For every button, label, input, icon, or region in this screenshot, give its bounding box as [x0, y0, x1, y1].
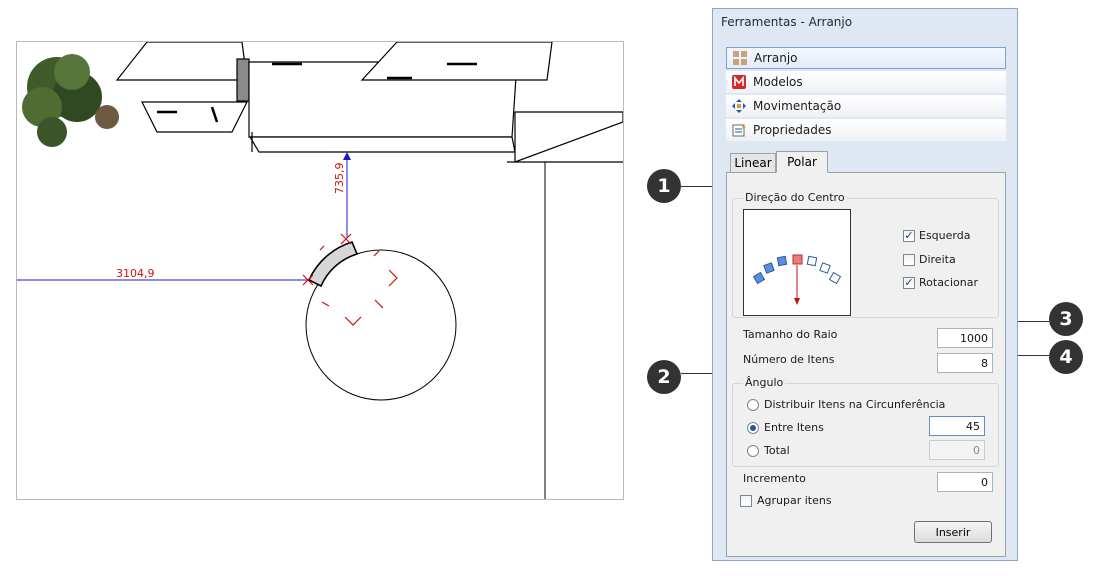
nav-item-label: Arranjo [754, 51, 798, 65]
insert-button[interactable]: Inserir [914, 521, 992, 543]
plant-icon [22, 54, 119, 147]
callout-4: 4 [1049, 340, 1083, 374]
nav-item-label: Modelos [753, 75, 803, 89]
dimension-label-vertical: 735,9 [333, 162, 346, 195]
checkbox-esquerda-label: Esquerda [919, 229, 971, 242]
callout-3: 3 [1049, 302, 1083, 336]
checkbox-direita[interactable] [903, 254, 915, 266]
checkbox-rotacionar-label: Rotacionar [919, 276, 979, 289]
radio-total-label: Total [764, 444, 790, 457]
checkbox-group-items[interactable] [740, 495, 752, 507]
tools-panel: Ferramentas - Arranjo Arranjo Modelos Mo… [712, 8, 1018, 561]
radius-label: Tamanho do Raio [743, 328, 838, 341]
panel-title: Ferramentas - Arranjo [721, 15, 853, 29]
items-count-label: Número de Itens [743, 353, 835, 366]
between-items-input[interactable]: 45 [929, 416, 985, 436]
polar-tab-content: Direção do Centro ✓ Esquerda Direita ✓ R… [726, 172, 1006, 557]
models-icon [731, 74, 747, 90]
callout-1: 1 [647, 169, 681, 203]
dimension-label-horizontal: 3104,9 [116, 267, 155, 280]
radio-total[interactable] [747, 445, 759, 457]
checkbox-rotacionar[interactable]: ✓ [903, 277, 915, 289]
increment-label: Incremento [743, 472, 806, 485]
floor-plan-drawing [17, 42, 623, 499]
radio-between-items-label: Entre Itens [764, 421, 824, 434]
radius-input[interactable]: 1000 [937, 328, 993, 348]
nav-item-arranjo[interactable]: Arranjo [726, 47, 1006, 69]
nav-item-label: Propriedades [753, 123, 832, 137]
angle-group-label: Ângulo [743, 376, 786, 389]
checkbox-direita-label: Direita [919, 253, 956, 266]
radio-distribute[interactable] [747, 399, 759, 411]
cad-viewport[interactable]: 3104,9 735,9 [16, 41, 624, 500]
radio-between-items[interactable] [747, 422, 759, 434]
nav-item-movimentacao[interactable]: Movimentação [726, 95, 1006, 117]
callout-2: 2 [647, 360, 681, 394]
move-icon [731, 98, 747, 114]
total-input[interactable]: 0 [929, 440, 985, 460]
nav-item-label: Movimentação [753, 99, 842, 113]
arc-piece [307, 241, 359, 288]
checkbox-esquerda[interactable]: ✓ [903, 230, 915, 242]
tab-linear[interactable]: Linear [730, 153, 776, 173]
direction-preview [743, 209, 851, 316]
nav-item-modelos[interactable]: Modelos [726, 71, 1006, 93]
arrange-icon [732, 50, 748, 66]
direction-group-label: Direção do Centro [743, 191, 847, 204]
kitchen-cabinets [115, 42, 623, 163]
properties-icon [731, 122, 747, 138]
items-count-input[interactable]: 8 [937, 353, 993, 373]
tab-polar[interactable]: Polar [776, 151, 828, 173]
nav-item-propriedades[interactable]: Propriedades [726, 119, 1006, 141]
checkbox-group-items-label: Agrupar itens [757, 494, 832, 507]
increment-input[interactable]: 0 [937, 472, 993, 492]
radio-distribute-label: Distribuir Itens na Circunferência [764, 398, 946, 411]
